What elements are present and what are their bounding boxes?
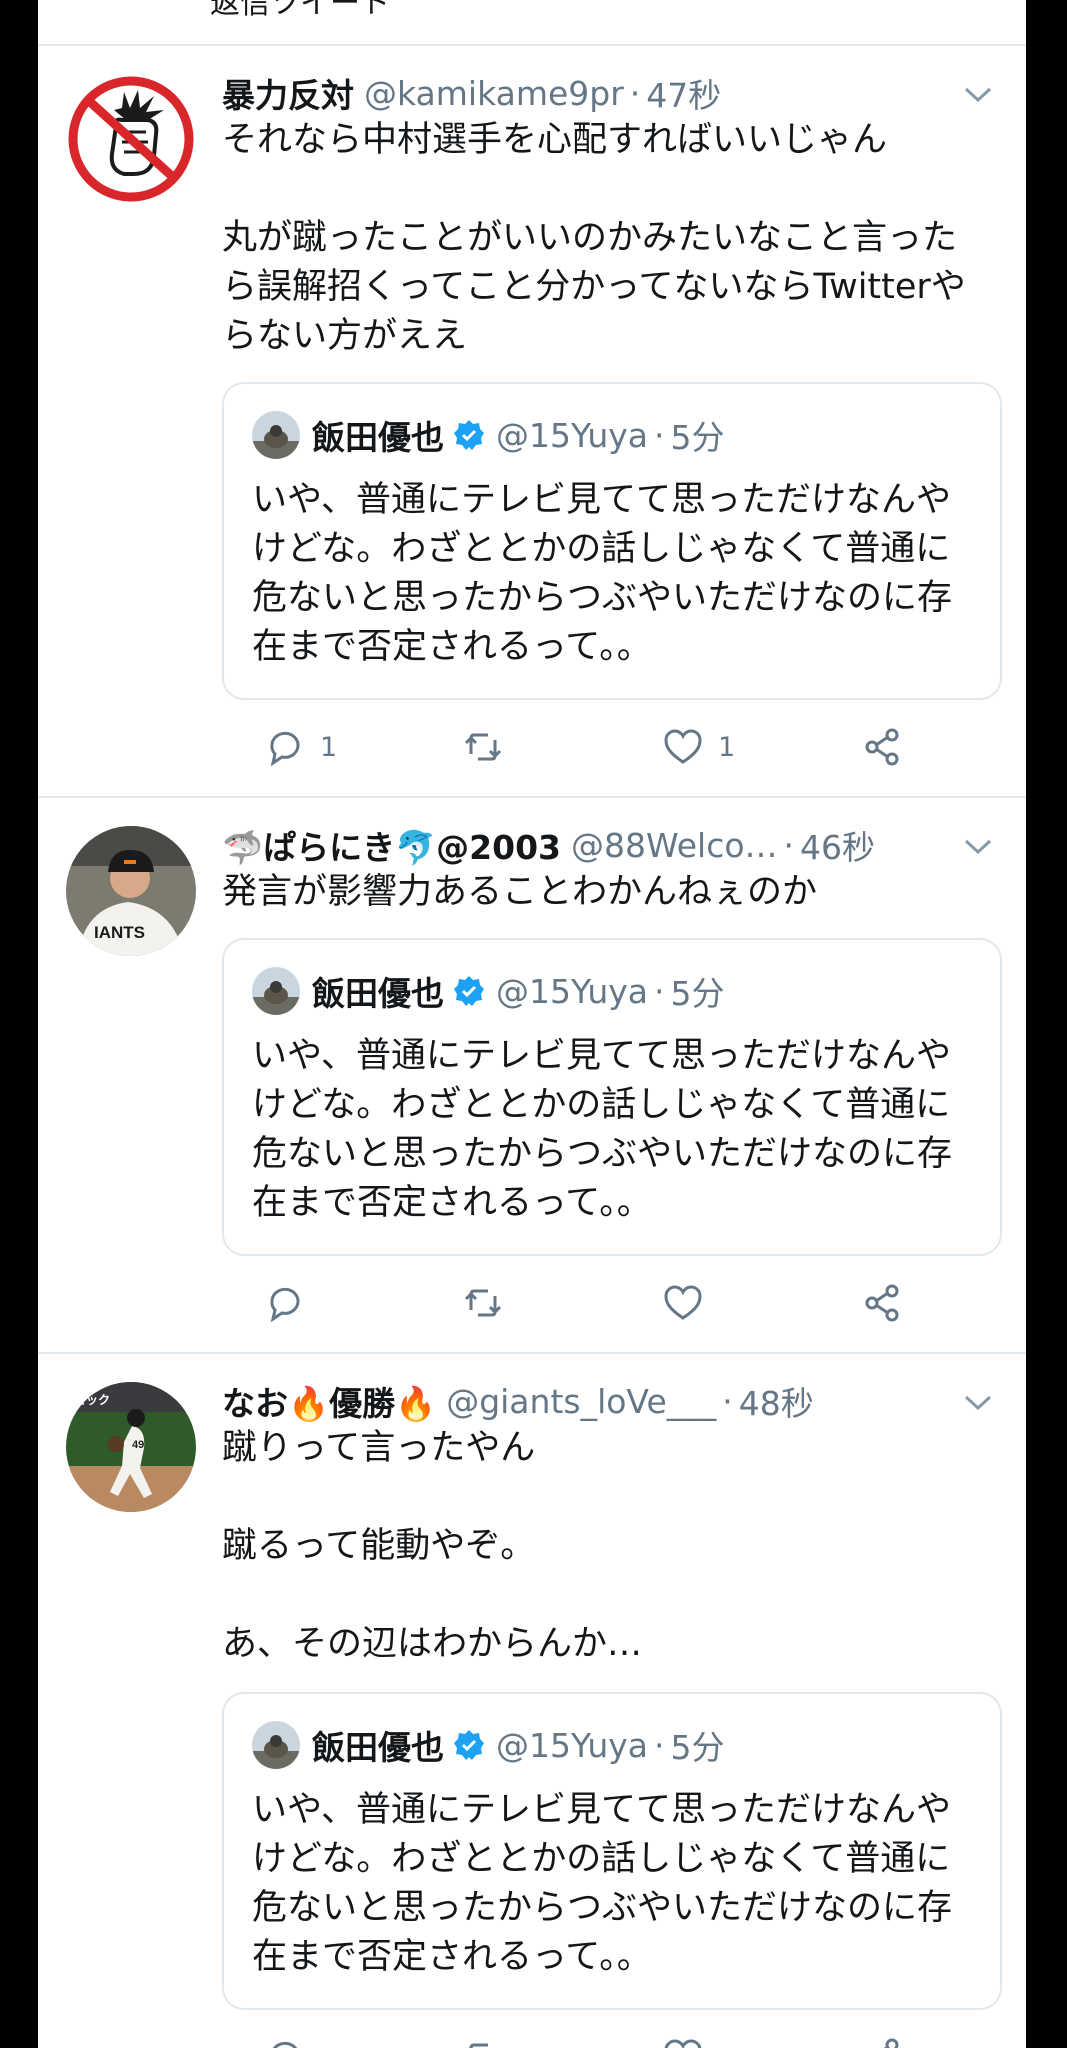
- svg-text:ビック: ビック: [74, 1392, 110, 1407]
- reply-icon: [270, 1287, 300, 1323]
- like-icon: [664, 1285, 702, 1320]
- share-icon: [865, 1284, 899, 1322]
- quoted-name: 飯田優也: [312, 974, 444, 1013]
- separator: ·: [629, 73, 641, 113]
- tweet-header: 暴力反対 @kamikame9pr · 47秒: [222, 70, 956, 116]
- retweet-button[interactable]: [462, 726, 518, 768]
- handle[interactable]: @88Welco…: [571, 826, 778, 865]
- tweet-actions: [222, 1282, 922, 1332]
- quoted-text: いや、普通にテレビ見てて思っただけなんやけどな。わざととかの話しじゃなくて普通に…: [252, 1036, 953, 1223]
- verified-badge-icon: [454, 1730, 484, 1760]
- reply-icon: [270, 731, 300, 767]
- share-icon: [865, 728, 899, 766]
- svg-text:49: 49: [132, 1439, 144, 1451]
- previous-tweet-text-cut: 返信ツイート: [210, 0, 390, 21]
- share-button[interactable]: [862, 1282, 904, 1324]
- avatar[interactable]: ビック 49: [66, 1382, 196, 1512]
- quoted-text: いや、普通にテレビ見てて思っただけなんやけどな。わざととかの話しじゃなくて普通に…: [252, 1790, 953, 1977]
- handle[interactable]: @giants_loVe___: [446, 1382, 716, 1421]
- quoted-tweet[interactable]: 飯田優也 @15Yuya · 5分 いや、普通にテレビ見てて思っただけなんやけど…: [222, 938, 1002, 1256]
- like-count: 1: [718, 731, 736, 763]
- tweet-1[interactable]: 暴力反対 @kamikame9pr · 47秒 それなら中村選手を心配すればいい…: [38, 46, 1026, 796]
- separator: ·: [654, 1725, 665, 1765]
- quoted-name: 飯田優也: [312, 418, 444, 457]
- pitcher-avatar-icon: ビック 49: [66, 1382, 196, 1512]
- like-icon: [664, 729, 702, 764]
- quoted-time: 5分: [670, 1728, 725, 1767]
- like-icon: [664, 2039, 702, 2048]
- retweet-icon: [468, 2043, 488, 2048]
- verified-badge-icon: [454, 976, 484, 1006]
- tweet-2[interactable]: IANTS 🦈ぱらにき🐬@2003 @88Welco… · 46秒 発言が影響力…: [38, 798, 1026, 1352]
- retweet-button[interactable]: [462, 2036, 504, 2048]
- quoted-name: 飯田優也: [312, 1728, 444, 1767]
- tweet-text: 蹴りって言ったやん 蹴るって能動やぞ。 あ、その辺はわからんか…: [222, 1428, 643, 1664]
- retweet-icon: [464, 1289, 502, 1317]
- like-button[interactable]: [662, 1282, 718, 1324]
- display-name[interactable]: 🦈ぱらにき🐬@2003: [222, 822, 561, 868]
- reply-button[interactable]: [264, 2036, 306, 2048]
- timestamp[interactable]: 48秒: [739, 1378, 814, 1424]
- separator: ·: [722, 1381, 733, 1421]
- quoted-time: 5分: [670, 974, 725, 1013]
- quoted-handle: @15Yuya: [496, 1725, 649, 1765]
- no-violence-avatar-icon: [68, 76, 194, 202]
- timeline: 返信ツイート 暴力反対 @kamikame9pr · 47秒 それなら中村選手を…: [38, 0, 1026, 2048]
- share-icon: [883, 2038, 899, 2048]
- retweet-icon: [464, 733, 502, 761]
- quoted-avatar: [252, 967, 300, 1015]
- reply-icon: [272, 2041, 298, 2048]
- timestamp[interactable]: 47秒: [646, 70, 721, 116]
- avatar[interactable]: [66, 74, 196, 204]
- quoted-header: 飯田優也 @15Yuya · 5分: [252, 1720, 725, 1770]
- separator: ·: [654, 971, 665, 1011]
- handle[interactable]: @kamikame9pr: [364, 74, 624, 113]
- tweet-header: なお🔥優勝🔥 @giants_loVe___ · 48秒: [222, 1378, 956, 1424]
- avatar[interactable]: IANTS: [66, 826, 196, 956]
- like-button[interactable]: [662, 2036, 704, 2048]
- quoted-tweet[interactable]: 飯田優也 @15Yuya · 5分 いや、普通にテレビ見てて思っただけなんやけど…: [222, 1692, 1002, 2010]
- tweet-actions: [222, 2036, 922, 2048]
- quoted-tweet[interactable]: 飯田優也 @15Yuya · 5分 いや、普通にテレビ見てて思っただけなんやけど…: [222, 382, 1002, 700]
- quoted-time: 5分: [670, 418, 725, 457]
- chevron-down-icon[interactable]: [960, 1384, 996, 1420]
- reply-button[interactable]: [264, 1282, 320, 1324]
- display-name[interactable]: なお🔥優勝🔥: [222, 1378, 436, 1424]
- tweet-header: 🦈ぱらにき🐬@2003 @88Welco… · 46秒: [222, 822, 956, 868]
- quoted-text: いや、普通にテレビ見てて思っただけなんやけどな。わざととかの話しじゃなくて普通に…: [252, 480, 953, 667]
- baseball-player-avatar-icon: IANTS: [66, 826, 196, 956]
- chevron-down-icon[interactable]: [960, 828, 996, 864]
- timestamp[interactable]: 46秒: [800, 822, 875, 868]
- retweet-button[interactable]: [462, 1282, 518, 1324]
- svg-text:IANTS: IANTS: [94, 923, 145, 942]
- quoted-header: 飯田優也 @15Yuya · 5分: [252, 410, 725, 460]
- like-button[interactable]: 1: [662, 726, 735, 768]
- separator: ·: [654, 415, 665, 455]
- quoted-handle: @15Yuya: [496, 971, 649, 1011]
- share-button[interactable]: [862, 726, 904, 768]
- tweet-actions: 1 1: [222, 726, 922, 776]
- quoted-avatar: [252, 1721, 300, 1769]
- verified-badge-icon: [454, 420, 484, 450]
- chevron-down-icon[interactable]: [960, 76, 996, 112]
- reply-button[interactable]: 1: [264, 726, 337, 768]
- display-name[interactable]: 暴力反対: [222, 70, 354, 116]
- quoted-avatar: [252, 411, 300, 459]
- quoted-header: 飯田優也 @15Yuya · 5分: [252, 966, 725, 1016]
- share-button[interactable]: [862, 2036, 904, 2048]
- tweet-text: それなら中村選手を心配すればいいじゃん 丸が蹴ったことがいいのかみたいなこと言っ…: [222, 120, 966, 356]
- reply-count: 1: [320, 731, 338, 763]
- separator: ·: [783, 825, 795, 865]
- quoted-handle: @15Yuya: [496, 415, 649, 455]
- tweet-3[interactable]: ビック 49 なお🔥優勝🔥 @giants_loVe___ · 48秒 蹴りって…: [38, 1354, 1026, 2048]
- tweet-text: 発言が影響力あることわかんねぇのか: [222, 872, 818, 912]
